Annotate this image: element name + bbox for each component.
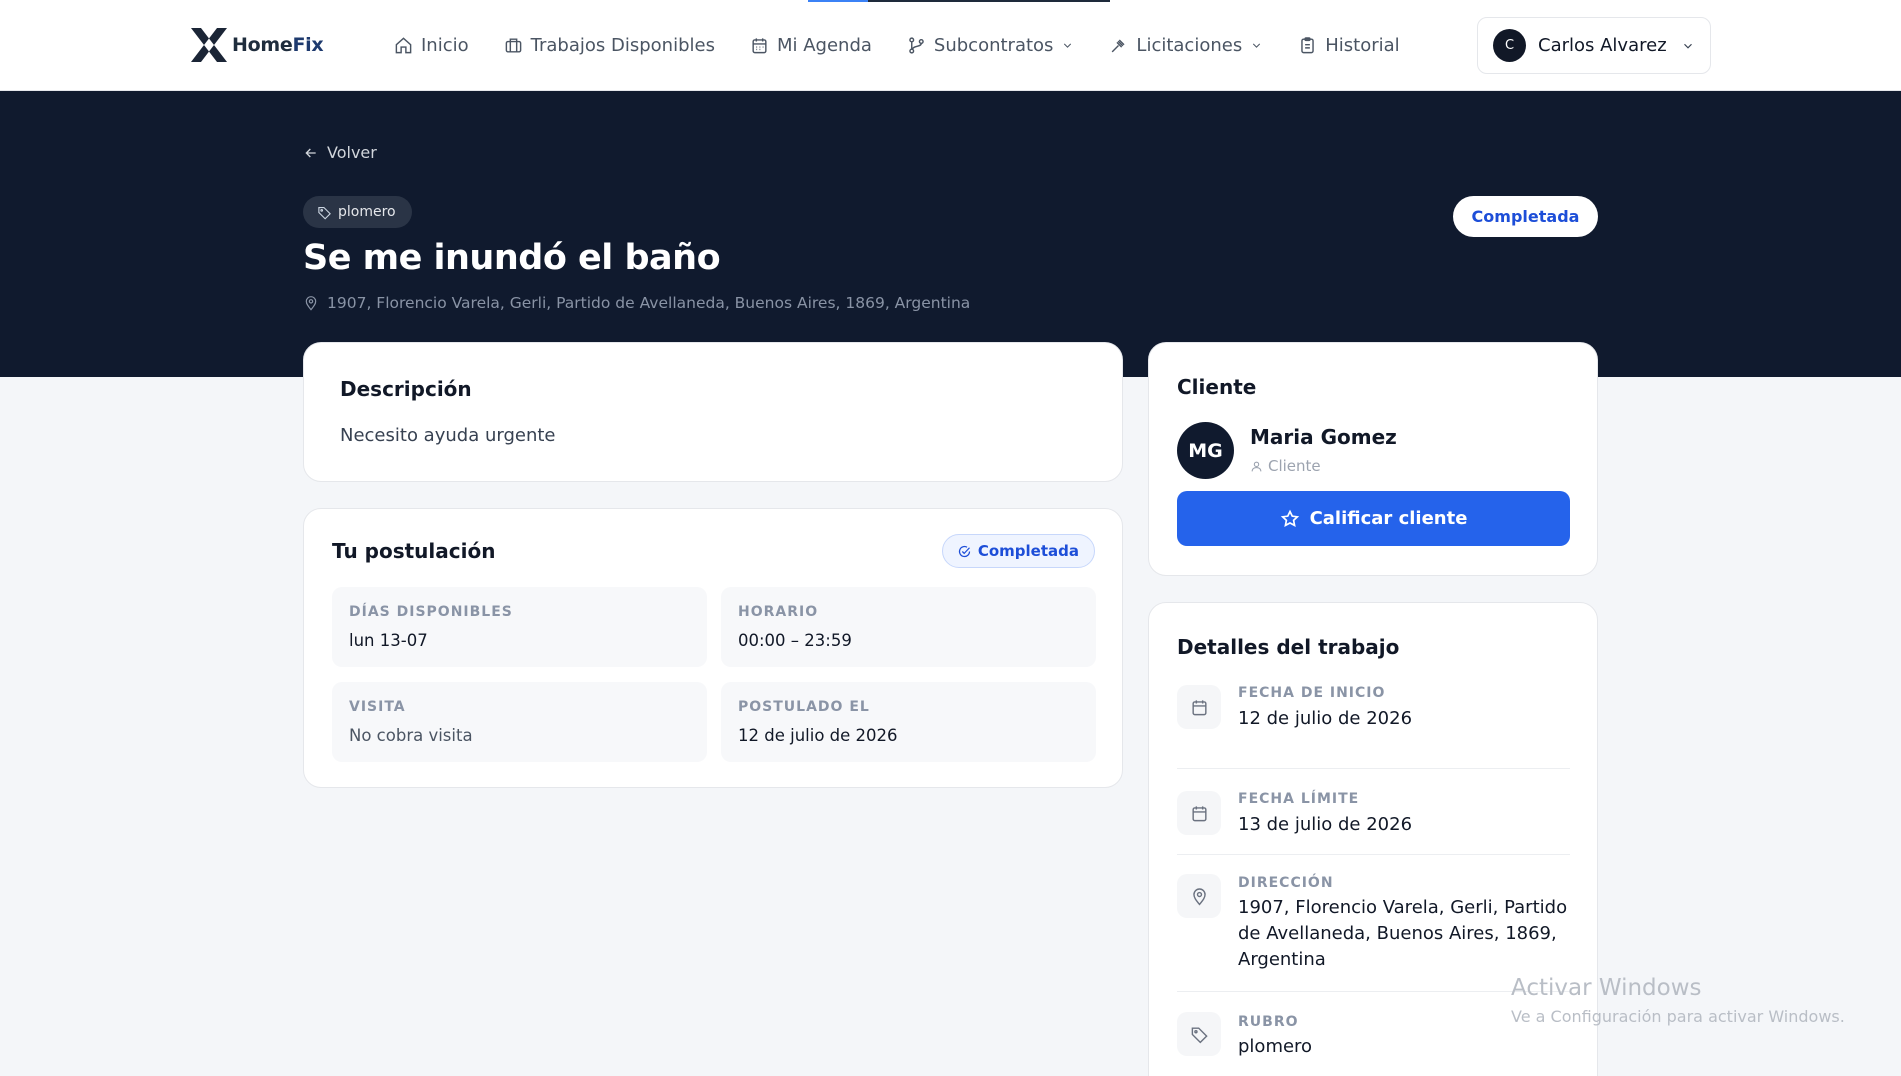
detail-fecha-limite: FECHA LÍMITE 13 de julio de 2026 <box>1177 769 1570 855</box>
client-name: Maria Gomez <box>1250 425 1397 449</box>
category-chip: plomero <box>303 196 412 228</box>
calendar-icon <box>1191 699 1207 715</box>
info-dias-disponibles: DÍAS DISPONIBLES lun 13-07 <box>332 587 707 667</box>
windows-activation-watermark: Activar Windows Ve a Configuración para … <box>1511 975 1845 1026</box>
map-pin-icon <box>305 296 317 311</box>
calendar-icon <box>752 37 767 53</box>
description-title: Descripción <box>340 377 472 401</box>
application-title: Tu postulación <box>332 539 496 563</box>
loading-progress-bar <box>808 0 1110 2</box>
nav-item-historial[interactable]: Historial <box>1298 34 1400 56</box>
nav-item-inicio[interactable]: Inicio <box>394 35 469 56</box>
nav-label: Inicio <box>421 34 469 56</box>
map-pin-icon <box>1192 887 1206 906</box>
nav-label: Licitaciones <box>1136 34 1243 56</box>
check-circle-icon <box>958 545 970 557</box>
location-text: 1907, Florencio Varela, Gerli, Partido d… <box>327 294 971 312</box>
back-label: Volver <box>327 143 377 162</box>
rate-client-button[interactable]: Calificar cliente <box>1177 491 1570 546</box>
homefix-logo[interactable]: HomeFix <box>190 26 324 64</box>
back-link[interactable]: Volver <box>303 143 377 162</box>
client-avatar: MG <box>1177 422 1234 479</box>
user-icon <box>1251 461 1262 471</box>
application-status-badge: Completada <box>941 534 1095 568</box>
job-hero-banner <box>0 91 1901 377</box>
arrow-left-icon <box>305 148 316 157</box>
nav-label: Historial <box>1325 34 1400 56</box>
client-card-title: Cliente <box>1177 375 1257 399</box>
detail-fecha-inicio: FECHA DE INICIO 12 de julio de 2026 <box>1177 683 1570 769</box>
nav-label: Mi Agenda <box>776 34 872 56</box>
info-visita: VISITA No cobra visita <box>332 682 707 762</box>
tag-icon <box>1191 1026 1208 1043</box>
calendar-icon <box>1191 805 1207 821</box>
category-label: plomero <box>338 204 396 220</box>
nav-label: Subcontratos <box>933 34 1054 56</box>
nav-item-trabajos-disponibles[interactable]: Trabajos Disponibles <box>504 35 715 56</box>
description-text: Necesito ayuda urgente <box>340 425 556 446</box>
gavel-icon <box>1112 38 1125 52</box>
user-avatar: C <box>1493 29 1526 62</box>
chevron-down-icon <box>1064 43 1072 48</box>
main-nav: Inicio Trabajos Disponibles Mi Agenda Su… <box>394 30 1435 60</box>
nav-item-mi-agenda[interactable]: Mi Agenda <box>750 35 872 56</box>
briefcase-icon <box>505 37 521 53</box>
job-title: Se me inundó el baño <box>303 238 721 278</box>
nav-item-subcontratos[interactable]: Subcontratos <box>907 35 1075 56</box>
info-postulado-el: POSTULADO EL 12 de julio de 2026 <box>721 682 1096 762</box>
nav-item-licitaciones[interactable]: Licitaciones <box>1109 35 1263 56</box>
logo-x-icon <box>191 28 227 62</box>
top-navbar: HomeFix Inicio Trabajos Disponibles Mi A… <box>0 0 1901 91</box>
job-status-badge: Completada <box>1453 196 1598 237</box>
detail-direccion: DIRECCIÓN 1907, Florencio Varela, Gerli,… <box>1177 855 1570 992</box>
chevron-down-icon <box>1683 43 1692 49</box>
nav-label: Trabajos Disponibles <box>530 34 715 56</box>
chevron-down-icon <box>1253 43 1261 48</box>
git-branch-icon <box>909 36 924 54</box>
application-card: Tu postulación Completada DÍAS DISPONIBL… <box>303 508 1123 788</box>
details-title: Detalles del trabajo <box>1177 635 1400 659</box>
client-card: Cliente MG Maria Gomez Cliente Calificar… <box>1148 342 1598 576</box>
description-card: Descripción Necesito ayuda urgente <box>303 342 1123 482</box>
home-icon <box>395 36 412 53</box>
info-horario: HORARIO 00:00 – 23:59 <box>721 587 1096 667</box>
clipboard-icon <box>1301 36 1314 53</box>
job-location: 1907, Florencio Varela, Gerli, Partido d… <box>303 294 970 312</box>
tag-icon <box>318 206 331 220</box>
user-menu-button[interactable]: C Carlos Alvarez <box>1477 17 1711 74</box>
user-name: Carlos Alvarez <box>1538 35 1667 56</box>
logo-text: HomeFix <box>232 34 324 56</box>
client-role: Cliente <box>1250 457 1321 475</box>
star-icon <box>1280 509 1299 527</box>
